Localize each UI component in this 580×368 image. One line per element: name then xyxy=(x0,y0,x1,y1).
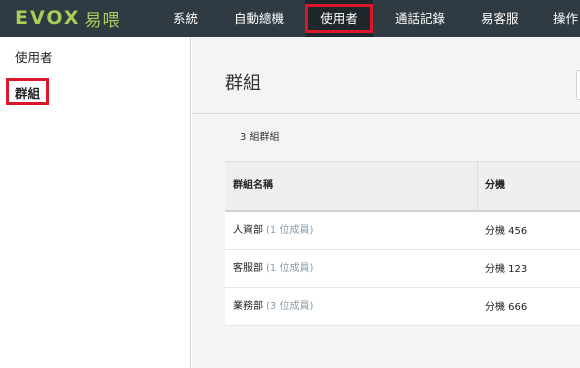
nav-item-system[interactable]: 系統 xyxy=(173,0,198,37)
group-name[interactable]: 人資部 xyxy=(233,225,263,236)
extension-cell: 分機 456 xyxy=(485,226,528,237)
extension-cell: 分機 666 xyxy=(485,302,528,313)
group-count: 3 組群組 xyxy=(240,132,280,143)
extension-cell: 分機 123 xyxy=(485,264,528,275)
group-name[interactable]: 客服部 xyxy=(233,263,263,274)
table-header: 群組名稱 分機 xyxy=(225,162,580,212)
action-button-edge[interactable] xyxy=(576,70,580,100)
nav-item-easy-service[interactable]: 易客服 xyxy=(481,0,519,37)
group-name-cell: 客服部 (1 位成員) xyxy=(233,250,313,288)
member-count: (3 位成員) xyxy=(266,301,314,312)
evox-logo[interactable]: EVOX 易喂 xyxy=(15,6,121,31)
page-title: 群組 xyxy=(225,73,261,94)
member-count: (1 位成員) xyxy=(266,263,314,274)
member-count: (1 位成員) xyxy=(266,225,314,236)
column-divider xyxy=(477,162,478,210)
sidebar-highlight-box xyxy=(6,78,49,105)
top-nav-bar: EVOX 易喂 系統 自動總機 使用者 通話記錄 易客服 操作 xyxy=(0,0,580,37)
table-row[interactable]: 業務部 (3 位成員) 分機 666 xyxy=(225,288,580,326)
title-divider xyxy=(192,113,580,114)
main-content: 群組 3 組群組 群組名稱 分機 人資部 (1 位成員) 分機 456 客服部 (1… xyxy=(192,37,580,368)
header-group-name[interactable]: 群組名稱 xyxy=(233,162,273,210)
nav-highlight-box xyxy=(305,4,373,33)
group-name-cell: 人資部 (1 位成員) xyxy=(233,212,313,250)
group-name[interactable]: 業務部 xyxy=(233,301,263,312)
logo-cn-text: 易喂 xyxy=(84,10,121,31)
nav-item-auto-attendant[interactable]: 自動總機 xyxy=(234,0,284,37)
nav-item-call-records[interactable]: 通話記錄 xyxy=(395,0,445,37)
sidebar-item-users[interactable]: 使用者 xyxy=(15,47,53,66)
logo-text: EVOX xyxy=(15,7,81,29)
groups-table: 群組名稱 分機 人資部 (1 位成員) 分機 456 客服部 (1 位成員) 分機 … xyxy=(225,161,580,326)
header-extension[interactable]: 分機 xyxy=(485,162,505,210)
table-row[interactable]: 人資部 (1 位成員) 分機 456 xyxy=(225,212,580,250)
group-name-cell: 業務部 (3 位成員) xyxy=(233,288,313,326)
table-row[interactable]: 客服部 (1 位成員) 分機 123 xyxy=(225,250,580,288)
nav-item-operations[interactable]: 操作 xyxy=(553,0,578,37)
